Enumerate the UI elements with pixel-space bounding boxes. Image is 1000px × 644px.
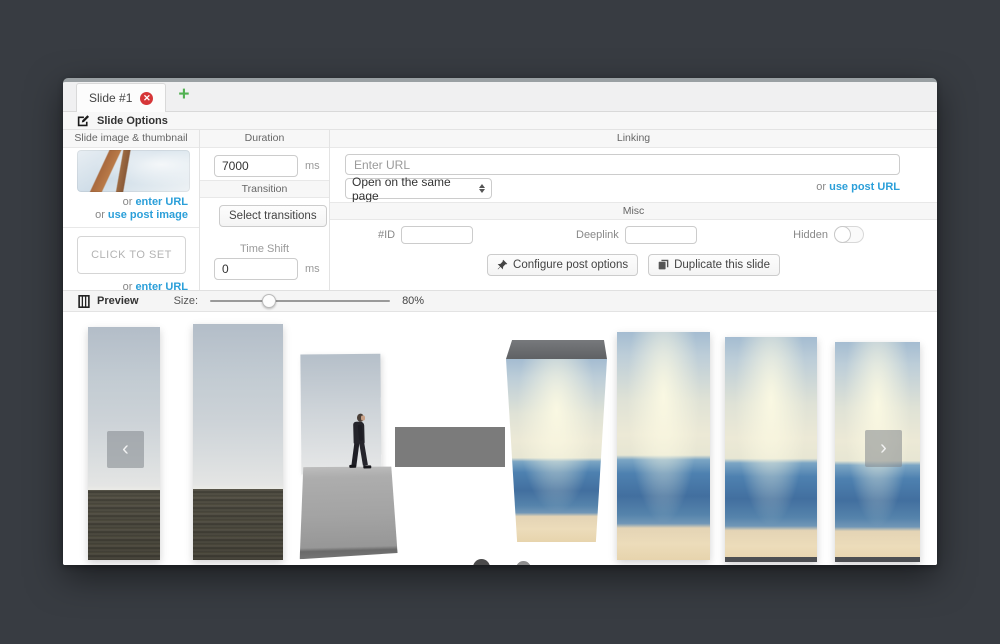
preview-size-value: 80% [402, 295, 424, 307]
preview-slice-2 [193, 324, 283, 560]
slice-3d-top-face [506, 340, 607, 359]
businessman-figure [346, 413, 373, 470]
slide-tab-bar: Slide #1 ✕ + [63, 82, 937, 112]
duration-unit: ms [305, 160, 320, 172]
thumbnail-click-to-set[interactable]: CLICK TO SET [77, 236, 186, 274]
misc-section-header: Misc [330, 202, 937, 220]
add-slide-button[interactable]: + [166, 82, 201, 111]
pagination-dot[interactable] [516, 561, 531, 565]
slice-front-face [506, 359, 607, 542]
slide-options-header: Slide Options [63, 112, 937, 130]
link-target-select[interactable]: Open on the same page [345, 178, 492, 199]
use-post-image-line: or use post image [95, 209, 188, 221]
slice-ground [88, 490, 160, 560]
linking-misc-column: Linking Open on the same page or use pos… [330, 130, 937, 290]
pushpin-icon [497, 259, 508, 270]
preview-size-slider[interactable] [210, 294, 390, 308]
use-post-image-link[interactable]: use post image [108, 209, 188, 221]
preview-slice-5 [617, 332, 710, 560]
hidden-label: Hidden [793, 229, 828, 241]
configure-post-options-button[interactable]: Configure post options [487, 254, 638, 276]
slider-editor-window: Slide #1 ✕ + Slide Options Slide image &… [63, 78, 937, 565]
id-input[interactable] [401, 226, 473, 244]
slide-url-input[interactable] [345, 154, 900, 175]
close-slide-icon[interactable]: ✕ [140, 92, 153, 105]
hidden-field-group: Hidden [793, 226, 864, 243]
slider-handle[interactable] [262, 294, 276, 308]
time-shift-row: ms [214, 258, 320, 280]
preview-toolbar: Preview Size: 80% [63, 290, 937, 312]
preview-icon [78, 295, 90, 308]
id-label: #ID [378, 229, 395, 241]
enter-url-line: or enter URL [123, 196, 188, 208]
timing-column: Duration ms Transition Select transition… [200, 130, 330, 290]
time-shift-label: Time Shift [200, 243, 329, 255]
time-shift-input[interactable] [214, 258, 298, 280]
image-column-divider [63, 227, 199, 228]
id-field-group: #ID [378, 226, 473, 244]
duplicate-icon [658, 259, 669, 270]
duration-section-header: Duration [200, 130, 329, 148]
deeplink-input[interactable] [625, 226, 697, 244]
preview-label: Preview [97, 295, 139, 307]
duration-input[interactable] [214, 155, 298, 177]
hidden-toggle[interactable] [834, 226, 864, 243]
slice-ground [193, 489, 283, 560]
select-transitions-button[interactable]: Select transitions [219, 205, 327, 227]
next-slide-arrow[interactable]: › [865, 430, 902, 467]
misc-fields-row: #ID Deeplink Hidden [330, 226, 937, 248]
slide-options-panel: Slide image & thumbnail or enter URL or … [63, 130, 937, 290]
use-post-url-line: or use post URL [816, 181, 900, 193]
slide-options-title: Slide Options [97, 115, 168, 127]
time-shift-unit: ms [305, 263, 320, 275]
select-stepper-icon [479, 184, 485, 193]
slider-track [210, 300, 390, 302]
tab-slide-1-label: Slide #1 [89, 91, 132, 105]
preview-slice-6 [725, 337, 817, 562]
linking-section-header: Linking [330, 130, 937, 148]
toggle-knob [834, 226, 851, 243]
slide-preview-canvas: ‹ › [63, 312, 937, 565]
transition-section-header: Transition [200, 180, 329, 198]
duplicate-slide-button[interactable]: Duplicate this slide [648, 254, 780, 276]
concrete-block [295, 465, 397, 560]
image-column: Slide image & thumbnail or enter URL or … [63, 130, 200, 290]
edit-icon [77, 114, 90, 127]
preview-slice-3 [292, 353, 397, 560]
duration-row: ms [214, 155, 320, 177]
tab-slide-1[interactable]: Slide #1 ✕ [76, 83, 166, 112]
prev-slide-arrow[interactable]: ‹ [107, 431, 144, 468]
misc-buttons-row: Configure post options Duplicate this sl… [330, 254, 937, 276]
enter-url-link[interactable]: enter URL [135, 196, 188, 208]
preview-slice-4 [506, 340, 607, 542]
deeplink-label: Deeplink [576, 229, 619, 241]
transition-gray-bar [395, 427, 505, 467]
pagination-dot-active[interactable] [473, 559, 490, 565]
link-target-value: Open on the same page [352, 175, 479, 203]
deeplink-field-group: Deeplink [576, 226, 697, 244]
slide-thumbnail-image[interactable] [77, 150, 190, 192]
preview-size-label: Size: [174, 295, 198, 307]
use-post-url-link[interactable]: use post URL [829, 181, 900, 193]
image-section-header: Slide image & thumbnail [63, 130, 199, 148]
